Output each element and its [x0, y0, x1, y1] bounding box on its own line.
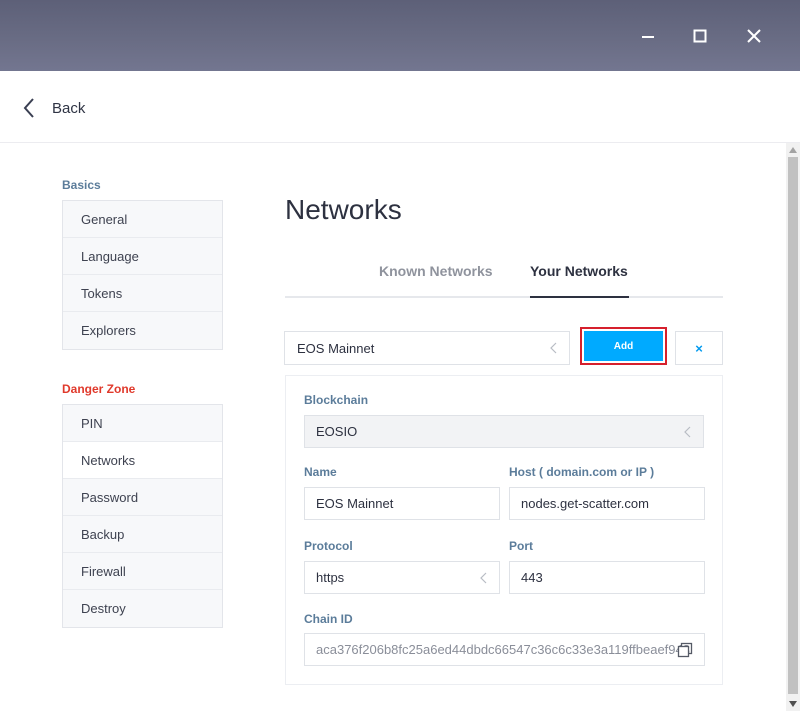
- add-network-button[interactable]: Add: [584, 331, 663, 361]
- maximize-icon: [693, 29, 707, 43]
- active-tab-indicator: [530, 296, 629, 298]
- sidebar-item-general[interactable]: General: [63, 201, 222, 238]
- back-bar: Back: [0, 71, 800, 143]
- sidebar-item-destroy[interactable]: Destroy: [63, 590, 222, 627]
- remove-network-button[interactable]: ×: [675, 331, 723, 365]
- sidebar-item-networks[interactable]: Networks: [63, 442, 222, 479]
- name-value: EOS Mainnet: [316, 496, 394, 511]
- chevron-left-icon: [550, 342, 557, 354]
- sidebar-item-pin[interactable]: PIN: [63, 405, 222, 442]
- blockchain-value: EOSIO: [316, 424, 358, 439]
- arrow-up-icon: [789, 147, 797, 153]
- close-button[interactable]: [738, 20, 770, 52]
- scroll-thumb[interactable]: [788, 157, 798, 694]
- network-select-value: EOS Mainnet: [297, 340, 375, 356]
- scroll-up-button[interactable]: [786, 143, 800, 157]
- name-input[interactable]: EOS Mainnet: [304, 487, 500, 520]
- port-label: Port: [509, 539, 533, 553]
- menu-danger-zone: PIN Networks Password Backup Firewall De…: [62, 404, 223, 628]
- chain-id-input[interactable]: aca376f206b8fc25a6ed44dbdc66547c36c6c33e…: [304, 633, 705, 666]
- chevron-left-icon: [23, 98, 34, 118]
- window-titlebar: [0, 0, 800, 71]
- add-button-highlight: Add: [580, 327, 667, 365]
- protocol-value: https: [316, 570, 345, 585]
- port-input[interactable]: 443: [509, 561, 705, 594]
- sidebar-item-language[interactable]: Language: [63, 238, 222, 275]
- section-title-basics: Basics: [62, 178, 101, 192]
- protocol-label: Protocol: [304, 539, 353, 553]
- copy-icon[interactable]: [676, 641, 694, 659]
- blockchain-select[interactable]: EOSIO: [304, 415, 704, 448]
- host-value: nodes.get-scatter.com: [521, 496, 649, 511]
- back-button[interactable]: Back: [22, 93, 85, 123]
- arrow-down-icon: [789, 701, 797, 707]
- page-title: Networks: [285, 194, 402, 225]
- protocol-select[interactable]: https: [304, 561, 500, 594]
- chevron-left-icon: [480, 572, 487, 584]
- blockchain-label: Blockchain: [304, 393, 369, 407]
- network-details-panel: Blockchain EOSIO Name EOS Mainnet Host (…: [285, 375, 723, 685]
- sidebar-item-explorers[interactable]: Explorers: [63, 312, 222, 349]
- name-label: Name: [304, 465, 337, 479]
- menu-basics: General Language Tokens Explorers: [62, 200, 223, 350]
- network-select[interactable]: EOS Mainnet: [284, 331, 570, 365]
- chevron-left-icon: [684, 426, 691, 438]
- scroll-down-button[interactable]: [786, 697, 800, 711]
- chain-id-value: aca376f206b8fc25a6ed44dbdc66547c36c6c33e…: [316, 642, 690, 657]
- chain-id-label: Chain ID: [304, 612, 353, 626]
- tab-known-networks[interactable]: Known Networks: [379, 263, 493, 279]
- sidebar-item-firewall[interactable]: Firewall: [63, 553, 222, 590]
- minimize-button[interactable]: [632, 20, 664, 52]
- network-tabs: Known Networks Your Networks: [285, 255, 723, 298]
- sidebar-item-password[interactable]: Password: [63, 479, 222, 516]
- maximize-button[interactable]: [684, 20, 716, 52]
- sidebar-item-backup[interactable]: Backup: [63, 516, 222, 553]
- minimize-icon: [642, 36, 654, 38]
- back-label: Back: [52, 99, 86, 117]
- host-input[interactable]: nodes.get-scatter.com: [509, 487, 705, 520]
- close-icon: [747, 29, 761, 43]
- port-value: 443: [521, 570, 543, 585]
- sidebar-item-tokens[interactable]: Tokens: [63, 275, 222, 312]
- host-label: Host ( domain.com or IP ): [509, 465, 655, 479]
- tab-your-networks[interactable]: Your Networks: [530, 263, 628, 279]
- scrollbar[interactable]: [786, 143, 800, 711]
- section-title-danger-zone: Danger Zone: [62, 382, 136, 396]
